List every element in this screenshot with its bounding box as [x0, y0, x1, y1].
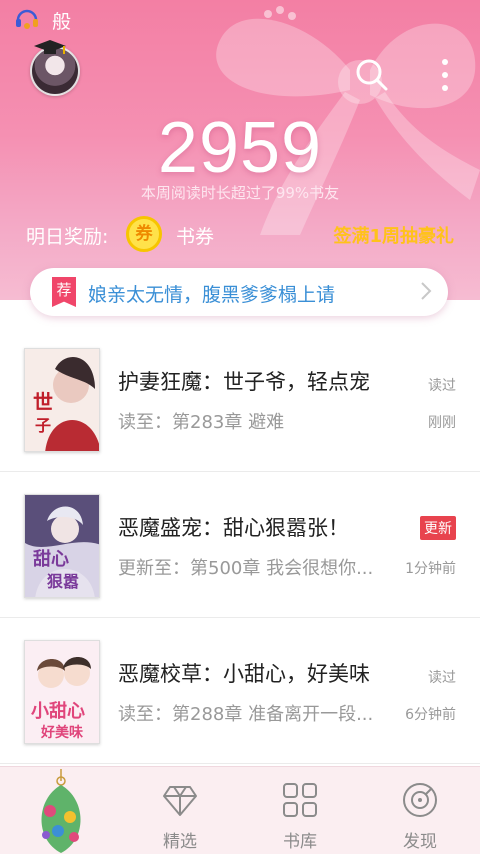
search-icon[interactable] [352, 56, 390, 94]
book-status: 读过 [428, 378, 456, 394]
book-progress: 更新至：第500章 我会很想你... [118, 558, 374, 579]
bookshelf-mascot-icon[interactable] [30, 769, 92, 854]
bookshelf-list: 世 子 护妻狂魔：世子爷，轻点宠 读至：第283章 避难 读过 刚刚 甜心 狠嚣… [0, 326, 480, 764]
book-cover-art: 世 子 [25, 349, 99, 451]
grid-icon [283, 783, 317, 817]
book-row[interactable]: 世 子 护妻狂魔：世子爷，轻点宠 读至：第283章 避难 读过 刚刚 [0, 326, 480, 472]
book-time: 1分钟前 [405, 561, 456, 577]
nav-library-label: 书库 [283, 832, 317, 852]
coupon-text: 书券 [176, 226, 215, 248]
svg-text:甜心: 甜心 [33, 548, 69, 570]
book-title: 恶魔盛宠：甜心狠嚣张！ [118, 516, 349, 540]
svg-text:世: 世 [33, 390, 53, 414]
book-cover[interactable]: 甜心 狠嚣 [24, 494, 100, 598]
book-cover-art: 甜心 狠嚣 [25, 495, 99, 597]
book-cover-art: 小甜心 好美味 [25, 641, 99, 743]
nav-featured[interactable]: 精选 [140, 781, 220, 852]
recommend-title[interactable]: 娘亲太无情，腹黑爹爹榻上请 [88, 280, 335, 307]
svg-text:子: 子 [35, 416, 51, 435]
nav-featured-label: 精选 [163, 832, 197, 852]
recommend-tag: 荐 [52, 277, 76, 307]
book-row[interactable]: 甜心 狠嚣 恶魔盛宠：甜心狠嚣张！ 更新 更新至：第500章 我会很想你... … [0, 472, 480, 618]
reading-minutes: 2959 [157, 108, 323, 188]
reward-label: 明日奖励: [26, 226, 109, 248]
bottom-nav: 精选 书库 发现 [0, 766, 480, 854]
book-title: 恶魔校草：小甜心，好美味 [118, 662, 370, 686]
nav-library[interactable]: 书库 [260, 781, 340, 852]
graduation-cap-icon [34, 40, 66, 54]
svg-text:狠嚣: 狠嚣 [47, 572, 79, 591]
book-time: 刚刚 [428, 415, 456, 431]
update-badge: 更新 [420, 516, 456, 540]
nav-discover[interactable]: 发现 [380, 781, 460, 852]
book-time: 6分钟前 [405, 707, 456, 723]
reading-stats-header: 般 2959 本周阅读时长超过了99%书友 明日奖励: 券 书券 签满1周抽豪礼 [0, 0, 480, 300]
book-title: 护妻狂魔：世子爷，轻点宠 [118, 370, 370, 394]
book-progress: 读至：第283章 避难 [118, 412, 285, 433]
book-cover[interactable]: 小甜心 好美味 [24, 640, 100, 744]
svg-text:好美味: 好美味 [40, 724, 83, 741]
status-bar: 般 [0, 0, 480, 38]
chevron-right-icon [421, 282, 432, 300]
more-menu-icon[interactable] [430, 54, 460, 96]
nav-discover-label: 发现 [403, 832, 437, 852]
book-cover[interactable]: 世 子 [24, 348, 100, 452]
svg-text:小甜心: 小甜心 [31, 700, 85, 722]
signin-reward-link[interactable]: 签满1周抽豪礼 [333, 222, 454, 248]
rank-text: 本周阅读时长超过了99%书友 [140, 184, 340, 202]
book-status: 读过 [428, 670, 456, 686]
recommend-banner[interactable]: 荐 娘亲太无情，腹黑爹爹榻上请 [30, 268, 448, 316]
status-text: 般 [52, 11, 72, 33]
headset-icon [16, 9, 38, 29]
book-progress: 读至：第288章 准备离开一段... [118, 704, 374, 725]
book-row[interactable]: 小甜心 好美味 恶魔校草：小甜心，好美味 读至：第288章 准备离开一段... … [0, 618, 480, 764]
coupon-icon: 券 [126, 216, 162, 252]
diamond-icon [163, 786, 197, 816]
tomorrow-reward-row: 明日奖励: 券 书券 签满1周抽豪礼 [0, 214, 480, 254]
compass-icon [403, 783, 437, 817]
